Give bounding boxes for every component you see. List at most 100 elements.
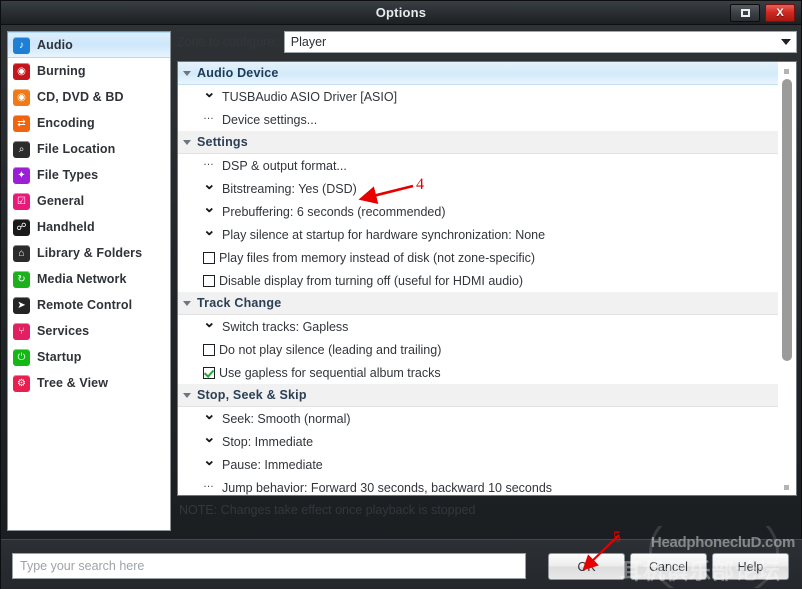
sidebar-item-file-location[interactable]: ⌕ File Location	[8, 136, 170, 162]
option-row[interactable]: Do not play silence (leading and trailin…	[178, 338, 778, 361]
optical-disc-icon: ◉	[13, 88, 30, 106]
search-placeholder: Type your search here	[20, 559, 145, 573]
sidebar-item-label: Services	[37, 324, 90, 338]
section-header[interactable]: Settings	[178, 131, 778, 154]
sidebar-item-remote-control[interactable]: ➤ Remote Control	[8, 292, 170, 318]
section-header[interactable]: Stop, Seek & Skip	[178, 384, 778, 407]
options-panel: Audio Device ⌄ TUSBAudio ASIO Driver [ASIO…	[177, 61, 797, 496]
options-list: Audio Device ⌄ TUSBAudio ASIO Driver [ASIO…	[178, 62, 778, 495]
chevron-down-icon[interactable]: ⌄	[203, 453, 218, 468]
scroll-down-icon[interactable]	[784, 485, 789, 490]
chevron-down-icon[interactable]: ⌄	[203, 177, 218, 192]
option-row[interactable]: ⌄ Seek: Smooth (normal)	[178, 407, 778, 430]
option-label: Device settings...	[222, 112, 318, 127]
sidebar-item-library-folders[interactable]: ⌂ Library & Folders	[8, 240, 170, 266]
sidebar-item-media-network[interactable]: ↻ Media Network	[8, 266, 170, 292]
checkbox-checked-icon[interactable]	[203, 366, 215, 379]
scrollbar-thumb[interactable]	[782, 79, 792, 361]
puzzle-piece-icon: ✦	[13, 166, 30, 184]
option-label: Play silence at startup for hardware syn…	[222, 227, 546, 242]
chevron-down-icon[interactable]: ⌄	[203, 200, 218, 215]
checkbox-unchecked-icon[interactable]	[203, 251, 215, 264]
sidebar-item-label: File Location	[37, 142, 116, 156]
chevron-down-icon[interactable]: ⌄	[203, 430, 218, 445]
checkbox-unchecked-icon[interactable]	[203, 274, 215, 287]
chevron-down-icon[interactable]	[781, 39, 791, 45]
option-row[interactable]: … Device settings...	[178, 108, 778, 131]
help-button[interactable]: Help	[712, 553, 789, 580]
option-row[interactable]: … Jump behavior: Forward 30 seconds, back…	[178, 476, 778, 495]
option-row[interactable]: ⌄ TUSBAudio ASIO Driver [ASIO]	[178, 85, 778, 108]
section-header[interactable]: Audio Device	[178, 62, 778, 85]
triangle-down-icon[interactable]	[183, 392, 191, 398]
restore-window-button[interactable]	[730, 4, 760, 22]
section-header[interactable]: Track Change	[178, 292, 778, 315]
section-title: Track Change	[197, 296, 282, 310]
chevron-down-icon[interactable]: ⌄	[203, 315, 218, 330]
option-row[interactable]: Play files from memory instead of disk (…	[178, 246, 778, 269]
close-window-button[interactable]: X	[765, 4, 795, 22]
option-row[interactable]: ⌄ Pause: Immediate	[178, 453, 778, 476]
option-label: Do not play silence (leading and trailin…	[219, 342, 442, 357]
option-row[interactable]: ⌄ Stop: Immediate	[178, 430, 778, 453]
cancel-button[interactable]: Cancel	[630, 553, 707, 580]
folder-search-icon: ⌕	[13, 140, 30, 158]
option-row[interactable]: ⌄ Prebuffering: 6 seconds (recommended)	[178, 200, 778, 223]
sidebar-item-encoding[interactable]: ⇄ Encoding	[8, 110, 170, 136]
sidebar-item-file-types[interactable]: ✦ File Types	[8, 162, 170, 188]
sidebar-item-general[interactable]: ☑ General	[8, 188, 170, 214]
disc-burn-icon: ◉	[13, 62, 30, 80]
option-label: Play files from memory instead of disk (…	[219, 250, 536, 265]
sidebar-item-burning[interactable]: ◉ Burning	[8, 58, 170, 84]
sidebar-item-handheld[interactable]: ☍ Handheld	[8, 214, 170, 240]
option-label: TUSBAudio ASIO Driver [ASIO]	[222, 89, 398, 104]
option-row[interactable]: Disable display from turning off (useful…	[178, 269, 778, 292]
annotation-label-5: 5	[613, 529, 621, 546]
category-sidebar[interactable]: ♪ Audio ◉ Burning ◉ CD, DVD & BD ⇄ Encoding ⌕ Fil…	[7, 31, 171, 531]
option-label: Switch tracks: Gapless	[222, 319, 349, 334]
chevron-down-icon[interactable]: ⌄	[203, 223, 218, 238]
annotation-label-4: 4	[416, 176, 424, 193]
sidebar-item-label: Encoding	[37, 116, 95, 130]
remote-icon: ➤	[13, 296, 30, 314]
sidebar-item-startup[interactable]: ⏻ Startup	[8, 344, 170, 370]
ok-button[interactable]: OK	[548, 553, 625, 580]
option-row[interactable]: Use gapless for sequential album tracks	[178, 361, 778, 384]
search-input[interactable]: Type your search here	[12, 553, 526, 579]
ellipsis-icon[interactable]: …	[203, 479, 218, 490]
chevron-down-icon[interactable]: ⌄	[203, 407, 218, 422]
device-icon: ☍	[13, 218, 30, 236]
option-row[interactable]: ⌄ Bitstreaming: Yes (DSD)	[178, 177, 778, 200]
option-label: Use gapless for sequential album tracks	[219, 365, 441, 380]
checkbox-unchecked-icon[interactable]	[203, 343, 215, 356]
power-icon: ⏻	[13, 348, 30, 366]
options-scrollbar[interactable]	[779, 63, 795, 495]
option-row[interactable]: ⌄ Switch tracks: Gapless	[178, 315, 778, 338]
sidebar-item-label: Startup	[37, 350, 82, 364]
triangle-down-icon[interactable]	[183, 300, 191, 306]
restore-icon	[740, 9, 750, 17]
zone-selected-value: Player	[290, 35, 327, 49]
sidebar-item-services[interactable]: ⑂ Services	[8, 318, 170, 344]
ellipsis-icon[interactable]: …	[203, 157, 218, 168]
sidebar-item-label: Media Network	[37, 272, 127, 286]
option-row[interactable]: … DSP & output format...	[178, 154, 778, 177]
triangle-down-icon[interactable]	[183, 139, 191, 145]
chevron-down-icon[interactable]: ⌄	[203, 85, 218, 100]
option-label: Seek: Smooth (normal)	[222, 411, 351, 426]
options-dialog-window: Options X ♪ Audio ◉ Burning ◉ CD, DVD & BD ⇄ En…	[0, 0, 802, 589]
sidebar-item-label: General	[37, 194, 85, 208]
dialog-footer: Type your search here OK Cancel Help Hea…	[1, 526, 802, 589]
sidebar-item-label: Library & Folders	[37, 246, 143, 260]
sidebar-item-audio[interactable]: ♪ Audio	[8, 32, 170, 58]
option-row[interactable]: ⌄ Play silence at startup for hardware sy…	[178, 223, 778, 246]
sidebar-item-tree-view[interactable]: ⚙ Tree & View	[8, 370, 170, 396]
title-bar[interactable]: Options X	[1, 1, 801, 25]
plug-icon: ⑂	[13, 322, 30, 340]
option-label: DSP & output format...	[222, 158, 347, 173]
sidebar-item-cd-dvd-bd[interactable]: ◉ CD, DVD & BD	[8, 84, 170, 110]
scroll-up-icon[interactable]	[784, 69, 789, 74]
zone-select[interactable]: Player	[283, 31, 797, 53]
triangle-down-icon[interactable]	[183, 70, 191, 76]
ellipsis-icon[interactable]: …	[203, 111, 218, 122]
